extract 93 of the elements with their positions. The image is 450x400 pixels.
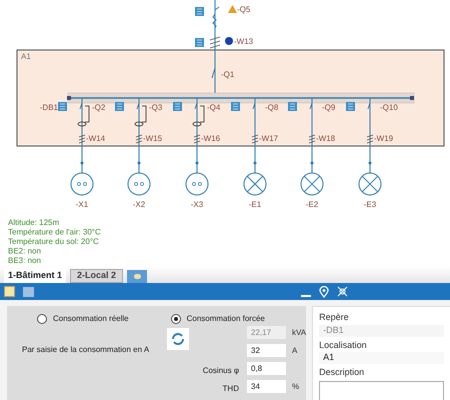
busbar-end xyxy=(67,96,71,100)
refresh-icon xyxy=(171,332,185,346)
differential-symbol xyxy=(78,106,90,126)
cable-symbol xyxy=(78,134,86,144)
node-dot xyxy=(138,162,140,164)
cable-symbol xyxy=(308,134,316,144)
binder-icon xyxy=(58,102,67,111)
breaker-label: -Q2 xyxy=(92,103,106,112)
location-pin-icon[interactable] xyxy=(319,286,329,298)
field-label: Repère xyxy=(319,311,350,324)
lamp-symbol xyxy=(244,172,266,196)
socket-symbol xyxy=(70,172,94,196)
cable-symbol xyxy=(194,134,200,144)
description-field[interactable] xyxy=(319,380,444,400)
value-field[interactable]: 34 xyxy=(247,380,286,393)
location-field[interactable]: A1 xyxy=(319,352,444,364)
cable-symbol xyxy=(366,134,374,144)
binder-icon xyxy=(195,38,204,47)
breaker-symbol xyxy=(212,4,220,34)
load-label: -X3 xyxy=(190,200,204,209)
cable-label: -W13 xyxy=(234,37,254,46)
grid-icon[interactable] xyxy=(23,286,34,296)
node-dot xyxy=(196,162,198,164)
node-dot xyxy=(368,162,372,164)
cable-symbol xyxy=(252,134,258,144)
switch-symbol xyxy=(310,102,312,110)
sheet-tab[interactable]: 2-Local 2 xyxy=(70,269,124,283)
field-label: Cosinus φ xyxy=(202,366,239,374)
unit-label: kVA xyxy=(292,328,306,336)
radio-button[interactable] xyxy=(170,314,181,324)
condition-text: Température de l'air: 30°C xyxy=(8,228,101,236)
busbar-label: -DB1 xyxy=(40,103,58,112)
switch-symbol xyxy=(368,102,370,110)
lamp-symbol xyxy=(300,172,324,196)
condition-text: Altitude: 125m xyxy=(8,218,60,227)
switch-symbol xyxy=(252,102,256,110)
radio-option[interactable]: Consommation forcée xyxy=(170,314,265,324)
differential-symbol xyxy=(134,106,146,126)
node-dot xyxy=(310,162,314,164)
socket-symbol xyxy=(128,172,150,196)
breaker-label: -Q9 xyxy=(322,103,336,112)
cable-symbol xyxy=(136,134,142,144)
switch-symbol xyxy=(212,68,216,78)
field-label: Description xyxy=(319,366,366,379)
cable-label: -W15 xyxy=(143,134,162,143)
binder-icon xyxy=(173,102,182,111)
cable-symbol xyxy=(210,36,220,48)
unit-label: A xyxy=(292,346,298,354)
switch-symbol xyxy=(194,102,198,110)
area-label: A1 xyxy=(21,52,31,61)
busbar-end xyxy=(410,96,414,100)
socket-symbol xyxy=(186,172,208,196)
cable-label: -W14 xyxy=(86,134,106,143)
value-field[interactable]: 0,8 xyxy=(247,362,286,375)
breaker-label: -Q8 xyxy=(265,103,278,112)
switch-symbol xyxy=(80,102,82,110)
field-label: Localisation xyxy=(319,338,368,352)
binder-icon xyxy=(195,7,204,16)
cable-label: -W17 xyxy=(259,134,278,143)
breaker-label: -Q3 xyxy=(149,103,162,112)
condition-text: BE3: non xyxy=(8,256,41,265)
value-field[interactable]: 32 xyxy=(247,344,286,357)
switch-symbol xyxy=(136,102,140,110)
breaker-label: -Q10 xyxy=(380,103,398,112)
node-dot xyxy=(254,162,256,164)
radio-option[interactable]: Consommation réelle xyxy=(37,314,129,324)
breaker-label: -Q5 xyxy=(237,5,250,14)
condition-text: Température du sol: 20°C xyxy=(8,237,99,246)
cable-label: -W16 xyxy=(201,134,220,143)
binder-icon xyxy=(288,102,297,111)
unit-label: % xyxy=(292,382,300,390)
sheet-tab[interactable]: 1-Bâtiment 1 xyxy=(4,268,66,283)
load-label: -X2 xyxy=(132,200,146,209)
breaker-label: -Q1 xyxy=(221,70,234,79)
differential-symbol xyxy=(192,106,204,126)
condition-text: BE2: non xyxy=(8,246,41,256)
breaker-label: -Q4 xyxy=(207,103,220,112)
load-label: -E1 xyxy=(248,200,262,209)
binder-icon xyxy=(231,102,240,111)
load-label: -E2 xyxy=(306,200,318,209)
load-label: -E3 xyxy=(364,200,376,209)
binder-icon xyxy=(115,102,124,111)
method-text: Par saisie de la consommation en A xyxy=(22,345,150,354)
cable-label: -W19 xyxy=(374,134,394,143)
refresh-button[interactable] xyxy=(167,328,189,350)
node-dot xyxy=(80,162,84,164)
cable-label: -W18 xyxy=(316,134,336,143)
lamp-symbol xyxy=(358,172,382,196)
crosshair-icon[interactable] xyxy=(337,286,348,297)
radio-button[interactable] xyxy=(37,314,47,324)
load-label: -X1 xyxy=(76,200,88,209)
field-label: THD xyxy=(222,384,239,392)
binder-icon xyxy=(346,102,355,111)
